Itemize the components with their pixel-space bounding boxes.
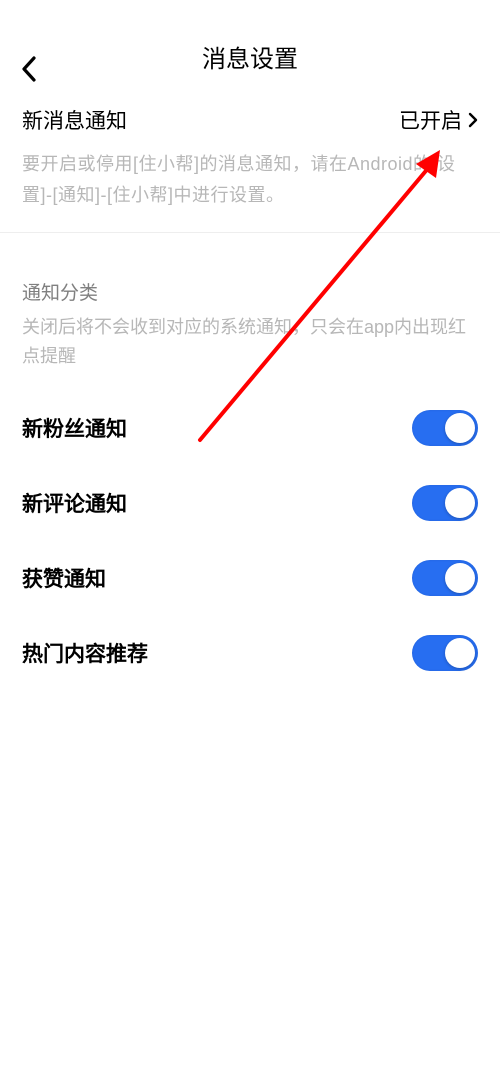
new-message-notification-row[interactable]: 新消息通知 已开启 <box>22 105 478 135</box>
toggle-new-comment: 新评论通知 <box>22 466 478 541</box>
toggle-switch-hot-recommend[interactable] <box>412 635 478 671</box>
toggle-switch-new-comment[interactable] <box>412 485 478 521</box>
notification-status-text: 已开启 <box>399 105 462 135</box>
switch-knob <box>445 413 475 443</box>
switch-knob <box>445 638 475 668</box>
toggle-label: 新粉丝通知 <box>22 413 127 443</box>
toggle-switch-likes[interactable] <box>412 560 478 596</box>
category-title: 通知分类 <box>22 278 478 305</box>
notification-label: 新消息通知 <box>22 105 127 135</box>
toggle-likes: 获赞通知 <box>22 541 478 616</box>
toggle-label: 热门内容推荐 <box>22 638 148 668</box>
category-desc: 关闭后将不会收到对应的系统通知，只会在app内出现红点提醒 <box>22 313 478 371</box>
switch-knob <box>445 563 475 593</box>
toggle-switch-new-fans[interactable] <box>412 410 478 446</box>
notification-status-link[interactable]: 已开启 <box>399 105 478 135</box>
page-title: 消息设置 <box>202 39 298 74</box>
toggle-hot-recommend: 热门内容推荐 <box>22 616 478 691</box>
back-button[interactable] <box>20 55 40 88</box>
switch-knob <box>445 488 475 518</box>
toggle-label: 新评论通知 <box>22 488 127 518</box>
chevron-right-icon <box>468 112 478 128</box>
toggle-new-fans: 新粉丝通知 <box>22 391 478 466</box>
category-section: 通知分类 关闭后将不会收到对应的系统通知，只会在app内出现红点提醒 <box>0 233 500 381</box>
header: 消息设置 <box>0 0 500 60</box>
toggle-list: 新粉丝通知 新评论通知 获赞通知 热门内容推荐 <box>0 381 500 701</box>
notification-desc: 要开启或停用[住小帮]的消息通知，请在Android的[设置]-[通知]-[住小… <box>22 149 478 210</box>
chevron-left-icon <box>20 55 40 83</box>
toggle-label: 获赞通知 <box>22 563 106 593</box>
notification-section: 新消息通知 已开启 要开启或停用[住小帮]的消息通知，请在Android的[设置… <box>0 60 500 233</box>
